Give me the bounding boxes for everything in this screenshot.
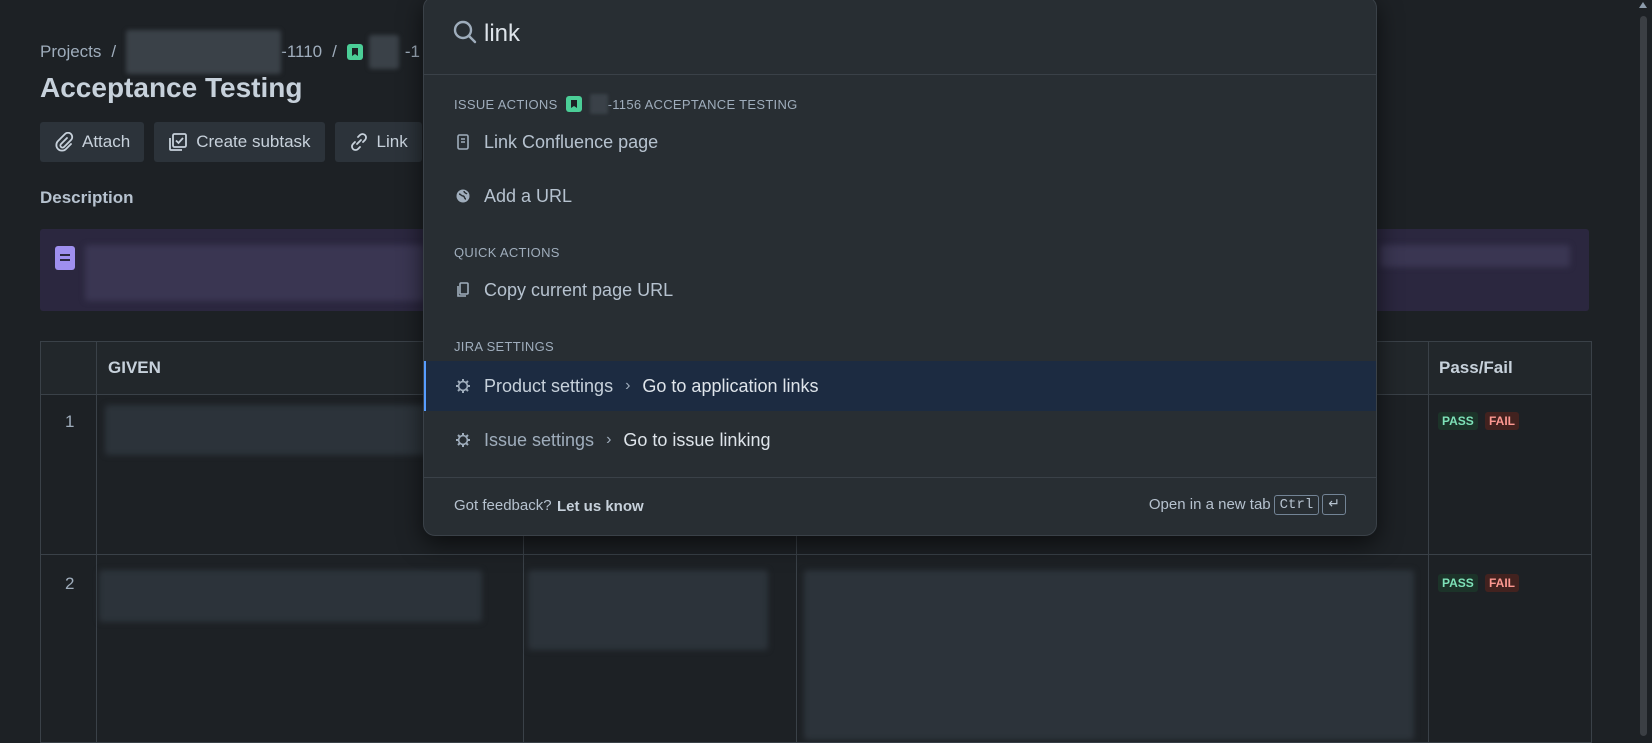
redacted-cell — [99, 570, 482, 622]
scrollbar-thumb[interactable] — [1640, 16, 1647, 736]
search-icon — [453, 20, 477, 44]
attach-button[interactable]: Attach — [40, 122, 145, 162]
breadcrumb-parent-key: -1110 — [281, 42, 323, 61]
paperclip-icon — [55, 132, 74, 152]
chevron-right-icon: › — [625, 377, 631, 394]
redacted-description — [85, 245, 425, 301]
breadcrumb-separator: / — [332, 42, 337, 61]
attach-label: Attach — [82, 132, 131, 151]
add-url-item[interactable]: Add a URL — [424, 171, 1376, 221]
breadcrumb-parent-link[interactable]: -1110 — [126, 30, 322, 74]
redacted-issue-key — [368, 35, 399, 69]
feedback-text: Got feedback? — [454, 497, 552, 514]
pass-badge[interactable]: PASS — [1438, 412, 1478, 430]
header-given: GIVEN — [108, 358, 161, 377]
create-subtask-button[interactable]: Create subtask — [154, 122, 325, 162]
redacted-cell — [105, 405, 435, 455]
open-new-tab-hint: Open in a new tab Ctrl ↵ — [1149, 494, 1346, 515]
jira-settings-heading: JIRA SETTINGS — [454, 339, 554, 354]
chevron-right-icon: › — [606, 431, 612, 448]
search-bar — [424, 0, 1376, 75]
row-number: 2 — [65, 574, 75, 593]
gear-icon — [454, 377, 472, 395]
note-icon — [55, 246, 75, 270]
issue-key-label: -1156 ACCEPTANCE TESTING — [607, 96, 798, 112]
fail-badge[interactable]: FAIL — [1485, 574, 1519, 592]
breadcrumb-issue-link[interactable]: -1 — [346, 35, 420, 69]
header-pass-fail: Pass/Fail — [1439, 358, 1513, 377]
link-confluence-page-item[interactable]: Link Confluence page — [424, 117, 1376, 167]
redacted-project-name — [126, 30, 282, 74]
copy-icon — [454, 281, 472, 299]
gear-icon — [454, 431, 472, 449]
issue-toolbar: Attach Create subtask Link — [40, 122, 422, 162]
search-dialog: ISSUE ACTIONS -1156 ACCEPTANCE TESTING L… — [423, 0, 1377, 536]
search-footer: Got feedback? Let us know Open in a new … — [424, 477, 1376, 535]
go-to-issue-linking-item[interactable]: Issue settings › Go to issue linking — [424, 415, 1376, 465]
redacted-issue-key — [589, 94, 608, 114]
story-icon — [565, 96, 582, 112]
story-icon — [346, 44, 363, 60]
row-number: 1 — [65, 412, 75, 431]
ctrl-key: Ctrl — [1273, 494, 1320, 515]
breadcrumb-separator: / — [111, 42, 117, 61]
search-input[interactable] — [484, 17, 1344, 51]
redacted-description — [1380, 245, 1570, 267]
quick-actions-heading: QUICK ACTIONS — [454, 245, 560, 260]
pass-badge[interactable]: PASS — [1438, 574, 1478, 592]
redacted-cell — [804, 570, 1414, 740]
page-title: Acceptance Testing — [40, 72, 303, 103]
description-label: Description — [40, 188, 134, 207]
scroll-up-arrow-icon[interactable] — [1639, 2, 1647, 8]
redacted-cell — [528, 570, 768, 650]
page-icon — [454, 133, 472, 151]
link-label: Link — [376, 132, 408, 151]
breadcrumb-projects-link[interactable]: Projects — [40, 42, 101, 62]
breadcrumb-issue-key: -1 — [404, 42, 420, 61]
breadcrumb: Projects / -1110 / -1 — [40, 30, 420, 74]
globe-icon — [454, 187, 472, 205]
let-us-know-link[interactable]: Let us know — [557, 498, 644, 515]
enter-key-icon: ↵ — [1322, 494, 1346, 515]
go-to-application-links-item[interactable]: Product settings › Go to application lin… — [424, 361, 1376, 411]
fail-badge[interactable]: FAIL — [1485, 412, 1519, 430]
link-icon — [350, 133, 367, 151]
issue-actions-heading: ISSUE ACTIONS -1156 ACCEPTANCE TESTING — [454, 94, 798, 114]
create-subtask-label: Create subtask — [196, 132, 311, 151]
page-scrollbar[interactable] — [1635, 0, 1652, 736]
subtask-icon — [169, 133, 188, 151]
link-button[interactable]: Link — [334, 122, 422, 162]
copy-page-url-item[interactable]: Copy current page URL — [424, 265, 1376, 315]
